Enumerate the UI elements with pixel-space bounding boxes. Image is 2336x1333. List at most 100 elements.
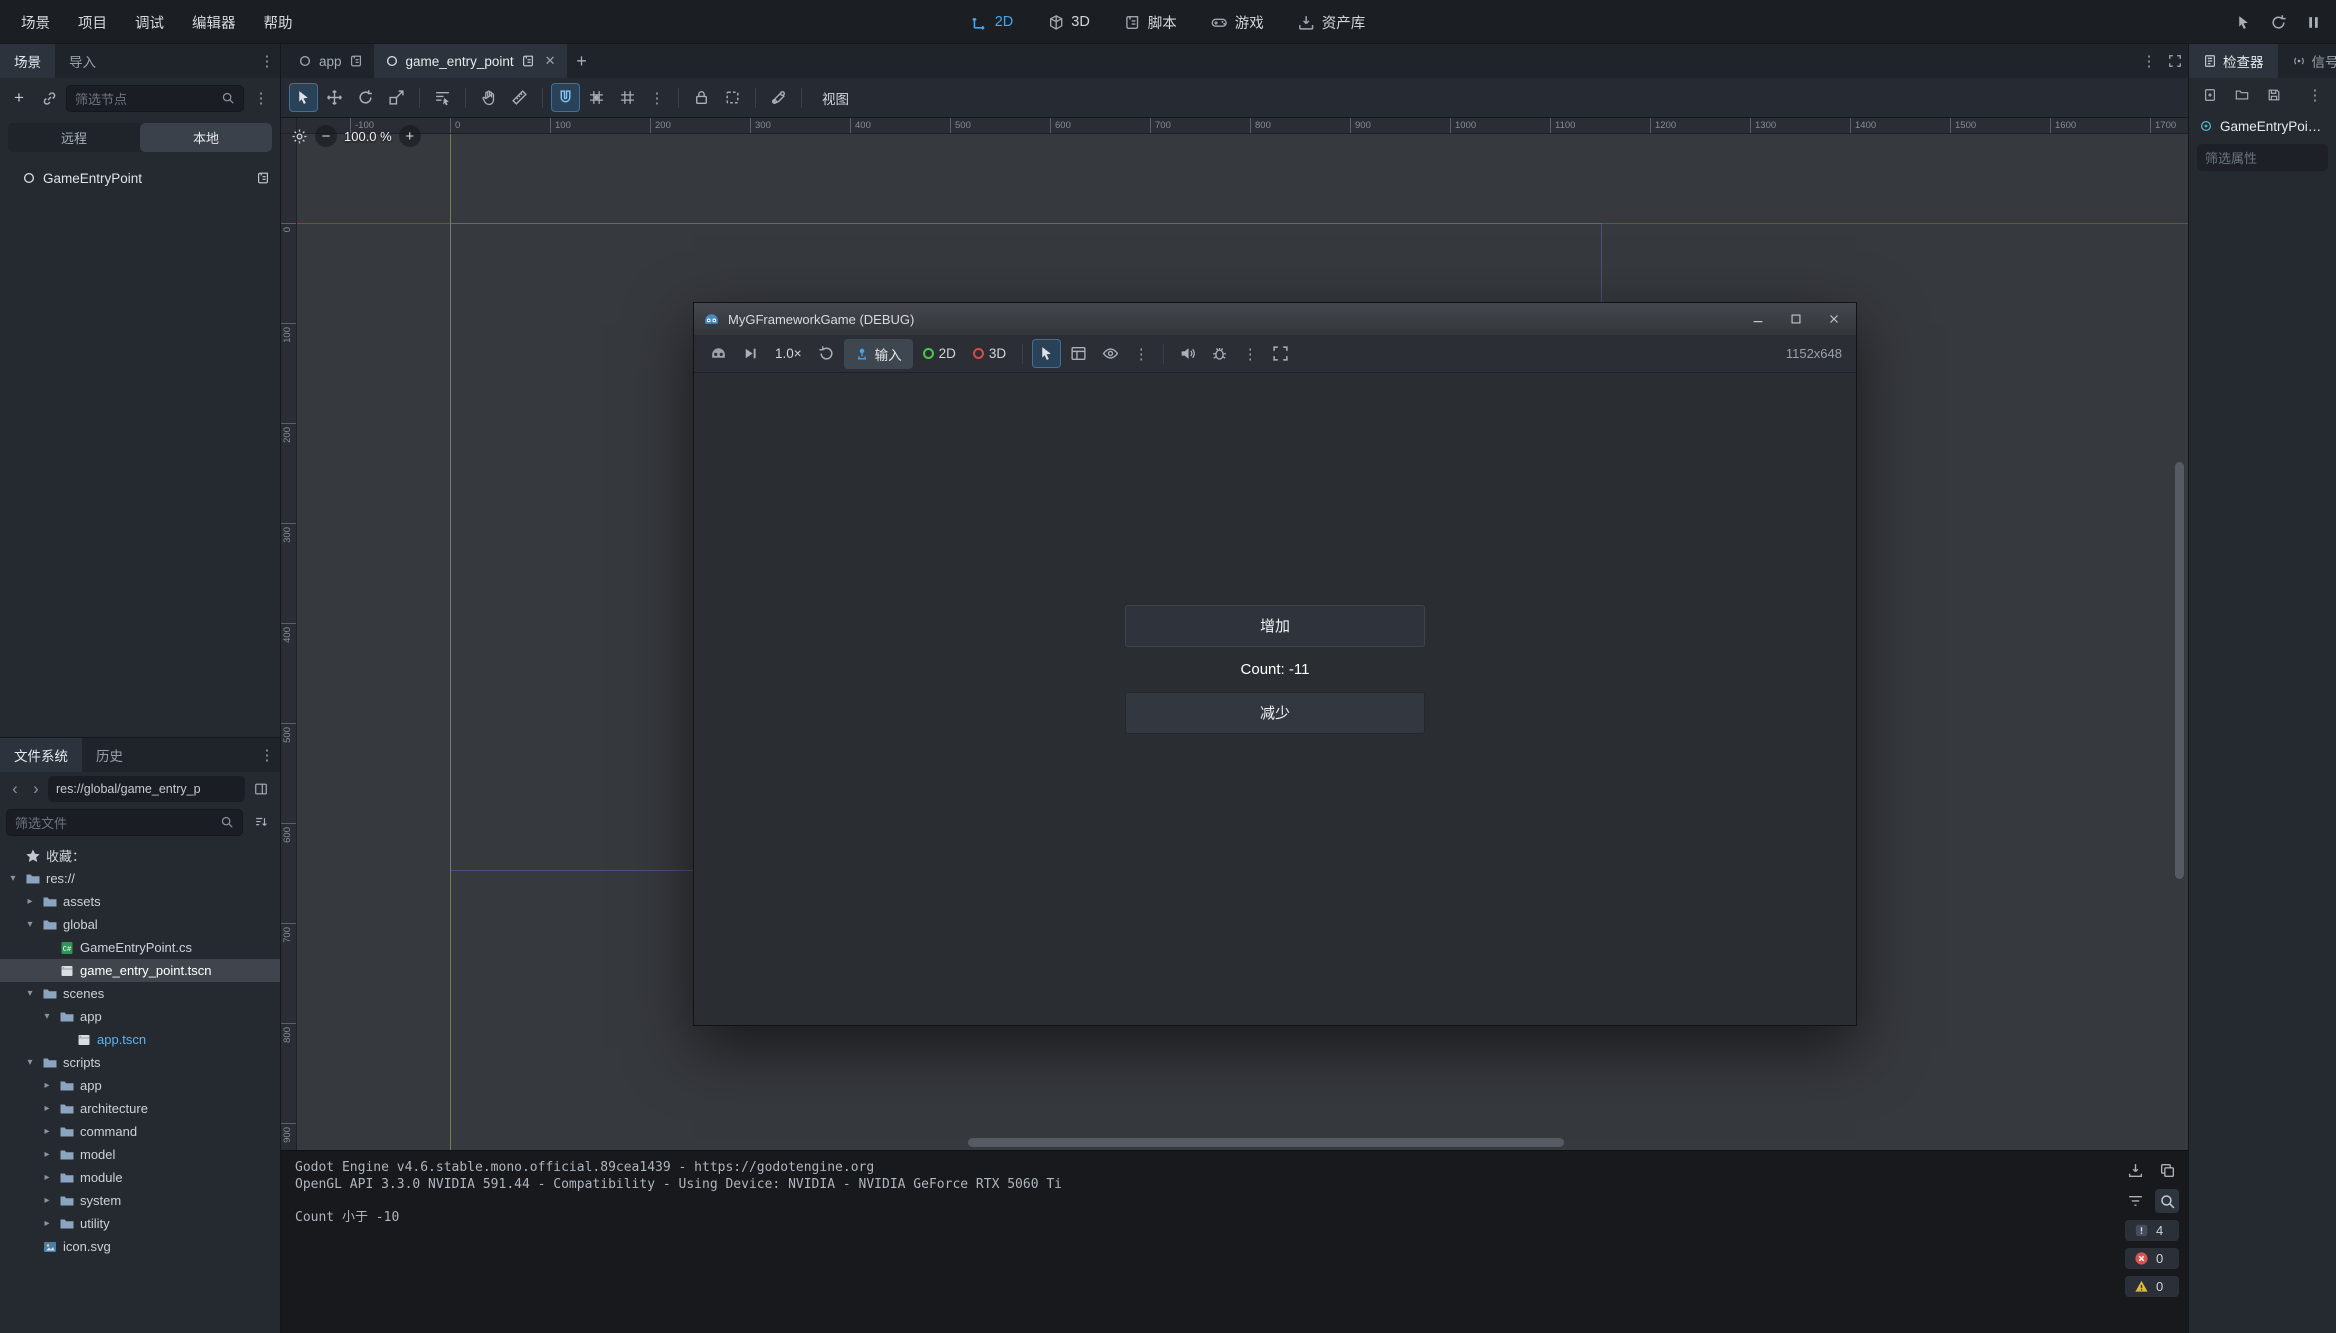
mode-2d-button[interactable]: 2D <box>958 7 1027 38</box>
file-tree-item-global[interactable]: ▾global <box>0 913 280 936</box>
snap-options-grid-button[interactable] <box>613 83 642 112</box>
close-tab-icon[interactable]: ✕ <box>545 53 556 69</box>
scene-tab-game-entry-point[interactable]: game_entry_point ✕ <box>374 44 567 78</box>
ruler-tool-button[interactable] <box>505 83 534 112</box>
error-count-badge[interactable]: 0 <box>2125 1248 2179 1269</box>
sort-files-icon[interactable] <box>248 809 274 835</box>
expand-editor-icon[interactable] <box>2162 48 2188 74</box>
menu-debug[interactable]: 调试 <box>122 5 177 40</box>
camera-menu-icon[interactable]: ⋮ <box>1237 345 1263 363</box>
tree-arrow-icon[interactable]: ▸ <box>40 1149 54 1160</box>
scene-dock-menu-icon[interactable]: ⋮ <box>254 44 280 78</box>
tab-filesystem[interactable]: 文件系统 <box>0 738 82 772</box>
new-resource-icon[interactable] <box>2197 82 2223 108</box>
tree-arrow-icon[interactable]: ▸ <box>40 1218 54 1229</box>
game-3d-mode-button[interactable]: 3D <box>966 341 1013 366</box>
game-window-titlebar[interactable]: MyGFrameworkGame (DEBUG) <box>694 303 1856 335</box>
filter-nodes-input[interactable]: 筛选节点 <box>66 85 244 112</box>
embed-fullscreen-icon[interactable] <box>1266 339 1295 368</box>
zoom-reset-icon[interactable] <box>291 128 308 145</box>
scene-tab-app[interactable]: app <box>287 44 374 78</box>
scene-tab-list-icon[interactable]: ⋮ <box>2136 52 2162 70</box>
mode-script-button[interactable]: 脚本 <box>1111 5 1190 40</box>
file-tree-item-scenes[interactable]: ▾scenes <box>0 982 280 1005</box>
copy-output-icon[interactable] <box>2155 1158 2179 1182</box>
decrease-button[interactable]: 减少 <box>1125 692 1425 734</box>
skeleton-options-button[interactable] <box>764 83 793 112</box>
file-tree-item-res[interactable]: ▾res:// <box>0 867 280 890</box>
scene-tree-root-node[interactable]: GameEntryPoint <box>0 165 280 191</box>
visibility-eye-icon[interactable] <box>1096 339 1125 368</box>
file-tree-item-command[interactable]: ▸command <box>0 1120 280 1143</box>
scale-tool-button[interactable] <box>382 83 411 112</box>
instance-scene-icon[interactable] <box>36 85 62 111</box>
minimize-window-icon[interactable] <box>1751 312 1765 326</box>
output-filter-icon[interactable] <box>2123 1189 2147 1213</box>
zoom-percentage[interactable]: 100.0 % <box>344 129 392 144</box>
nav-forward-icon[interactable]: › <box>27 779 45 799</box>
menu-help[interactable]: 帮助 <box>251 5 306 40</box>
menu-project[interactable]: 项目 <box>65 5 120 40</box>
lock-node-button[interactable] <box>687 83 716 112</box>
vertical-scrollbar[interactable] <box>2175 462 2184 879</box>
select-tool-button[interactable] <box>289 83 318 112</box>
add-node-button[interactable]: + <box>6 85 32 111</box>
snap-menu-icon[interactable]: ⋮ <box>644 89 670 107</box>
tree-arrow-icon[interactable]: ▸ <box>40 1126 54 1137</box>
file-tree-item-app[interactable]: ▸app <box>0 1074 280 1097</box>
tree-arrow-icon[interactable]: ▸ <box>23 896 37 907</box>
file-tree-item-app[interactable]: ▾app <box>0 1005 280 1028</box>
file-tree-item-scripts[interactable]: ▾scripts <box>0 1051 280 1074</box>
output-search-icon[interactable] <box>2155 1189 2179 1213</box>
mode-game-button[interactable]: 游戏 <box>1198 5 1277 40</box>
filter-files-input[interactable]: 筛选文件 <box>6 809 243 836</box>
game-select-tool-button[interactable] <box>1032 339 1061 368</box>
debug-pick-icon[interactable] <box>2235 14 2252 31</box>
current-path[interactable]: res://global/game_entry_p <box>48 776 245 802</box>
remote-button[interactable]: 远程 <box>8 123 140 152</box>
tab-import[interactable]: 导入 <box>55 44 110 78</box>
tree-arrow-icon[interactable]: ▾ <box>23 1057 37 1068</box>
file-tree-item-game_entry_point.tscn[interactable]: game_entry_point.tscn <box>0 959 280 982</box>
filesystem-dock-menu-icon[interactable]: ⋮ <box>254 738 280 772</box>
zoom-out-button[interactable]: − <box>315 125 337 147</box>
mode-assetlib-button[interactable]: 资产库 <box>1285 5 1379 40</box>
warning-count-badge[interactable]: 0 <box>2125 1276 2179 1297</box>
panels-icon[interactable] <box>1064 339 1093 368</box>
reset-speed-button[interactable] <box>812 339 841 368</box>
pan-tool-button[interactable] <box>474 83 503 112</box>
move-tool-button[interactable] <box>320 83 349 112</box>
smart-snap-button[interactable] <box>551 83 580 112</box>
tree-arrow-icon[interactable]: ▸ <box>40 1172 54 1183</box>
tree-arrow-icon[interactable]: ▾ <box>23 919 37 930</box>
split-view-icon[interactable] <box>248 776 274 802</box>
new-scene-tab-button[interactable]: + <box>567 44 597 78</box>
scene-tree-menu-icon[interactable]: ⋮ <box>248 89 274 107</box>
save-log-icon[interactable] <box>2123 1158 2147 1182</box>
file-tree-item-architecture[interactable]: ▸architecture <box>0 1097 280 1120</box>
attached-script-icon[interactable] <box>256 171 270 185</box>
tree-arrow-icon[interactable]: ▸ <box>40 1080 54 1091</box>
selection-menu-icon[interactable]: ⋮ <box>1128 345 1154 363</box>
tree-arrow-icon[interactable]: ▸ <box>40 1103 54 1114</box>
load-resource-icon[interactable] <box>2229 82 2255 108</box>
tree-arrow-icon[interactable]: ▾ <box>40 1011 54 1022</box>
maximize-window-icon[interactable] <box>1789 312 1803 326</box>
message-count-badge[interactable]: 4 <box>2125 1220 2179 1241</box>
file-tree-item-gameentrypoint.cs[interactable]: C#GameEntryPoint.cs <box>0 936 280 959</box>
2d-viewport[interactable]: -100010020030040050060070080090010001100… <box>281 118 2188 1150</box>
increase-button[interactable]: 增加 <box>1125 605 1425 647</box>
tab-inspector[interactable]: 检查器 <box>2189 44 2278 78</box>
local-button[interactable]: 本地 <box>140 123 272 152</box>
nav-back-icon[interactable]: ‹ <box>6 779 24 799</box>
restart-game-icon[interactable] <box>2270 14 2287 31</box>
file-tree-item-utility[interactable]: ▸utility <box>0 1212 280 1235</box>
tree-arrow-icon[interactable]: ▾ <box>23 988 37 999</box>
file-tree-item-assets[interactable]: ▸assets <box>0 890 280 913</box>
pause-game-icon[interactable] <box>2305 14 2322 31</box>
view-menu-button[interactable]: 视图 <box>810 83 861 113</box>
input-mode-button[interactable]: 输入 <box>844 339 913 369</box>
file-tree-item-model[interactable]: ▸model <box>0 1143 280 1166</box>
close-window-icon[interactable] <box>1827 312 1841 326</box>
tab-scene[interactable]: 场景 <box>0 44 55 78</box>
